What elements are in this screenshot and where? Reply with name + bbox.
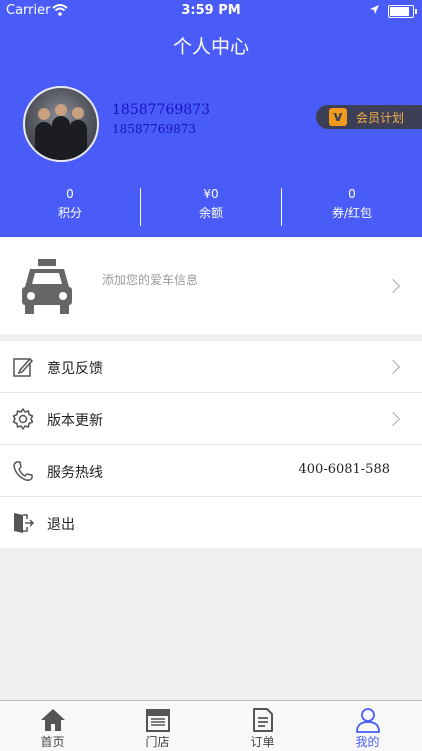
stat-label: 余额 xyxy=(198,206,223,220)
edit-icon xyxy=(11,355,35,379)
add-car-hint: 添加您的爱车信息 xyxy=(102,273,199,287)
user-phone: 18587769873 xyxy=(112,102,210,118)
tab-home[interactable]: 首页 xyxy=(0,701,105,751)
profile-header: 个人中心 18587769873 18587769873 v 会员计划 0 积分… xyxy=(0,22,422,237)
tab-orders[interactable]: 订单 xyxy=(210,701,315,751)
menu-item-update[interactable]: 版本更新 xyxy=(0,393,422,445)
user-account: 18587769873 xyxy=(112,122,196,136)
logout-icon xyxy=(11,511,35,535)
stat-divider xyxy=(281,188,282,226)
store-icon xyxy=(145,707,171,733)
chevron-right-icon xyxy=(385,411,401,427)
tab-bar: 首页 门店 订单 我的 xyxy=(0,700,422,751)
page-title: 个人中心 xyxy=(172,36,249,58)
status-time: 3:59 PM xyxy=(181,3,241,18)
gear-icon xyxy=(11,407,35,431)
location-icon xyxy=(369,4,380,19)
stat-points[interactable]: 0 积分 xyxy=(0,187,140,221)
stat-value: 0 xyxy=(66,187,74,201)
order-icon xyxy=(250,707,276,733)
phone-icon xyxy=(11,459,35,483)
tab-label: 我的 xyxy=(355,735,380,749)
taxi-icon xyxy=(20,259,74,319)
vip-icon: v xyxy=(329,108,347,126)
menu-item-label: 版本更新 xyxy=(47,413,103,429)
status-bar: Carrier 3:59 PM xyxy=(0,0,422,22)
tab-label: 首页 xyxy=(40,735,65,749)
chevron-right-icon xyxy=(385,359,401,375)
stats-bar: 0 积分 ¥0 余额 0 券/红包 xyxy=(0,187,422,227)
battery-icon xyxy=(388,5,417,18)
stat-value: 0 xyxy=(348,187,356,201)
stat-label: 积分 xyxy=(57,206,82,220)
vip-plan-label: 会员计划 xyxy=(356,111,405,125)
tab-label: 订单 xyxy=(250,735,275,749)
menu-item-label: 意见反馈 xyxy=(47,361,103,377)
menu-item-label: 退出 xyxy=(47,517,75,533)
tab-mine[interactable]: 我的 xyxy=(315,701,420,751)
user-icon xyxy=(355,707,381,733)
stat-coupons[interactable]: 0 券/红包 xyxy=(282,187,422,221)
chevron-right-icon xyxy=(385,278,401,294)
hotline-number[interactable]: 400-6081-588 xyxy=(299,462,391,477)
menu-item-logout[interactable]: 退出 xyxy=(0,497,422,548)
stat-value: ¥0 xyxy=(203,187,219,201)
vip-plan-button[interactable]: v 会员计划 xyxy=(316,105,422,129)
menu-item-feedback[interactable]: 意见反馈 xyxy=(0,341,422,393)
settings-menu: 意见反馈 版本更新 服务热线 400-6081-588 退出 xyxy=(0,341,422,548)
menu-item-label: 服务热线 xyxy=(47,465,103,481)
stat-label: 券/红包 xyxy=(331,206,373,220)
avatar[interactable] xyxy=(23,86,99,162)
home-icon xyxy=(40,707,66,733)
menu-item-hotline[interactable]: 服务热线 400-6081-588 xyxy=(0,445,422,497)
stat-divider xyxy=(140,188,141,226)
tab-store[interactable]: 门店 xyxy=(105,701,210,751)
add-car-row[interactable]: 添加您的爱车信息 xyxy=(0,237,422,334)
stat-balance[interactable]: ¥0 余额 xyxy=(141,187,281,221)
tab-label: 门店 xyxy=(145,735,170,749)
